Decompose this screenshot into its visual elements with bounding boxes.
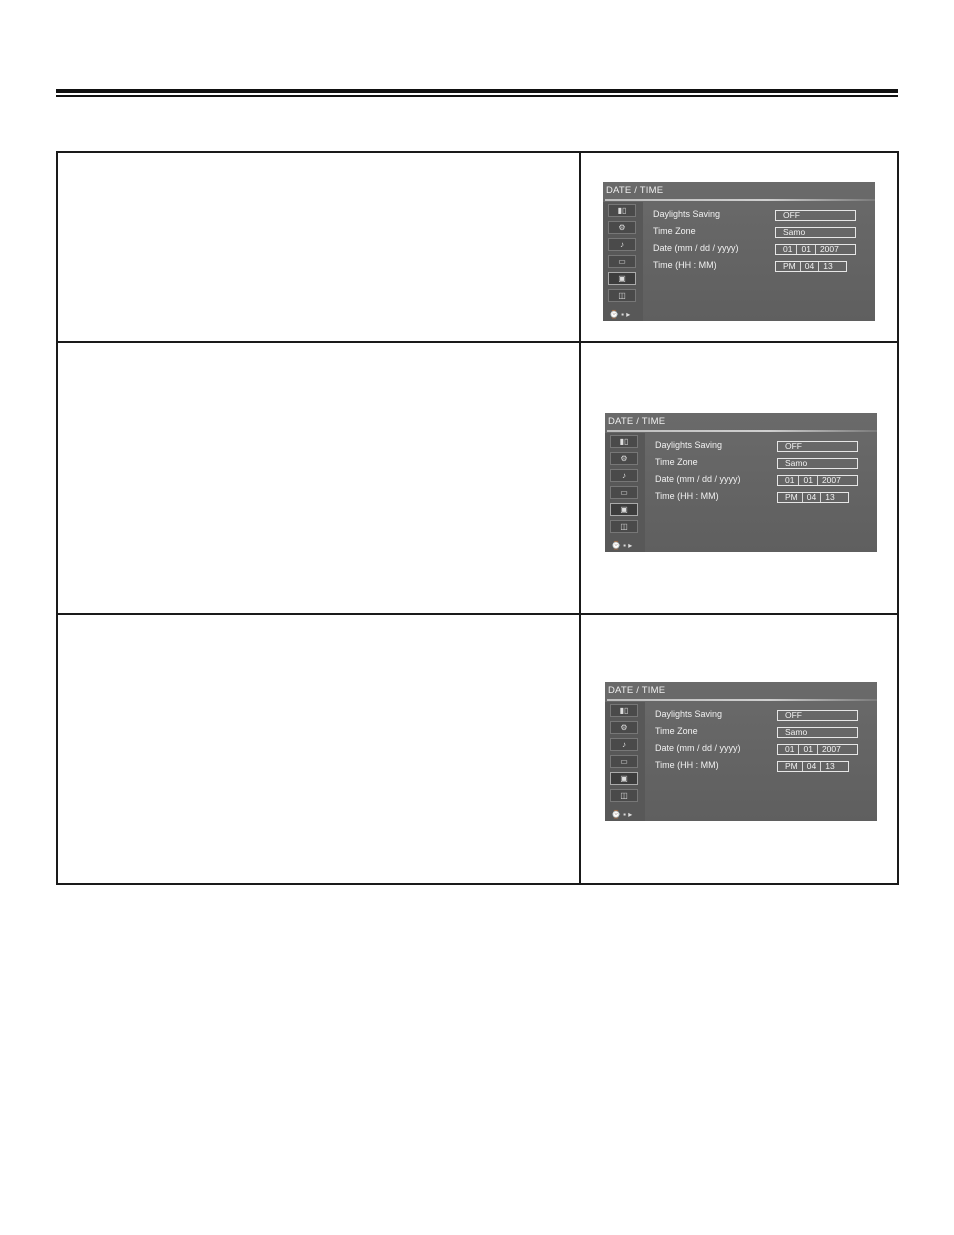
ampm-value: PM bbox=[783, 261, 796, 271]
date-time-screen: DATE / TIME ▮▯ ⚙ ♪ ▭ ▣ ◫ ⌚ ▪ ▸ Daylights… bbox=[603, 182, 875, 321]
audio-icon[interactable]: ♪ bbox=[610, 469, 638, 482]
screen-title: DATE / TIME bbox=[608, 685, 666, 696]
setup-icon[interactable]: ⚙ bbox=[610, 452, 638, 465]
date-field[interactable]: 01 01 2007 bbox=[777, 744, 858, 755]
time-label: Time (HH : MM) bbox=[655, 760, 719, 770]
day-value: 01 bbox=[803, 744, 813, 754]
date-field[interactable]: 01 01 2007 bbox=[777, 475, 858, 486]
year-value: 2007 bbox=[821, 744, 841, 754]
title-divider bbox=[605, 199, 875, 201]
time-field[interactable]: PM 04 13 bbox=[777, 761, 849, 772]
ampm-value: PM bbox=[785, 492, 798, 502]
disc-icon[interactable]: ◫ bbox=[610, 520, 638, 533]
instruction-table: DATE / TIME ▮▯ ⚙ ♪ ▭ ▣ ◫ ⌚ ▪ ▸ Daylights… bbox=[56, 151, 899, 885]
audio-icon[interactable]: ♪ bbox=[610, 738, 638, 751]
timezone-label: Time Zone bbox=[655, 457, 698, 467]
camera-icon[interactable]: ▣ bbox=[608, 272, 636, 285]
display-icon[interactable]: ▮▯ bbox=[610, 704, 638, 717]
ampm-value: PM bbox=[785, 761, 798, 771]
minute-value: 13 bbox=[823, 261, 833, 271]
daylight-field[interactable]: OFF bbox=[777, 710, 858, 721]
clock-icon: ⌚ ▪ ▸ bbox=[611, 810, 633, 819]
timezone-label: Time Zone bbox=[655, 726, 698, 736]
display-icon[interactable]: ▮▯ bbox=[610, 435, 638, 448]
clock-icon: ⌚ ▪ ▸ bbox=[611, 541, 633, 550]
time-field[interactable]: PM 04 13 bbox=[775, 261, 847, 272]
hour-value: 04 bbox=[806, 492, 817, 502]
display-icon[interactable]: ▮▯ bbox=[608, 204, 636, 217]
date-label: Date (mm / dd / yyyy) bbox=[655, 743, 741, 753]
daylight-field[interactable]: OFF bbox=[777, 441, 858, 452]
setup-icon[interactable]: ⚙ bbox=[608, 221, 636, 234]
menu-icon-column: ▮▯ ⚙ ♪ ▭ ▣ ◫ ⌚ ▪ ▸ bbox=[605, 433, 645, 552]
day-value: 01 bbox=[801, 244, 811, 254]
screen-title: DATE / TIME bbox=[608, 416, 666, 427]
title-divider bbox=[607, 699, 877, 701]
instruction-cell bbox=[58, 615, 581, 885]
timezone-label: Time Zone bbox=[653, 226, 696, 236]
disc-icon[interactable]: ◫ bbox=[610, 789, 638, 802]
screen-title: DATE / TIME bbox=[606, 185, 664, 196]
header-rule-thick bbox=[56, 89, 898, 93]
clock-icon: ⌚ ▪ ▸ bbox=[609, 310, 631, 319]
screenshot-cell: DATE / TIME ▮▯ ⚙ ♪ ▭ ▣ ◫ ⌚ ▪ ▸ Daylights… bbox=[581, 343, 897, 613]
disc-icon[interactable]: ◫ bbox=[608, 289, 636, 302]
camera-icon[interactable]: ▣ bbox=[610, 772, 638, 785]
time-label: Time (HH : MM) bbox=[655, 491, 719, 501]
hour-value: 04 bbox=[806, 761, 817, 771]
instruction-cell bbox=[58, 153, 581, 341]
header-rule-thin bbox=[56, 95, 898, 97]
daylight-field[interactable]: OFF bbox=[775, 210, 856, 221]
screen-icon[interactable]: ▭ bbox=[610, 486, 638, 499]
timezone-field[interactable]: Samo bbox=[775, 227, 856, 238]
month-value: 01 bbox=[783, 244, 793, 254]
time-field[interactable]: PM 04 13 bbox=[777, 492, 849, 503]
date-label: Date (mm / dd / yyyy) bbox=[655, 474, 741, 484]
daylight-label: Daylights Saving bbox=[655, 440, 723, 450]
screen-icon[interactable]: ▭ bbox=[610, 755, 638, 768]
year-value: 2007 bbox=[821, 475, 841, 485]
minute-value: 13 bbox=[825, 492, 835, 502]
date-label: Date (mm / dd / yyyy) bbox=[653, 243, 739, 253]
screenshot-cell: DATE / TIME ▮▯ ⚙ ♪ ▭ ▣ ◫ ⌚ ▪ ▸ Daylights… bbox=[581, 153, 897, 341]
table-row: DATE / TIME ▮▯ ⚙ ♪ ▭ ▣ ◫ ⌚ ▪ ▸ Daylights… bbox=[58, 343, 897, 615]
month-value: 01 bbox=[785, 475, 795, 485]
screenshot-cell: DATE / TIME ▮▯ ⚙ ♪ ▭ ▣ ◫ ⌚ ▪ ▸ Daylights… bbox=[581, 615, 897, 885]
day-value: 01 bbox=[803, 475, 813, 485]
timezone-field[interactable]: Samo bbox=[777, 458, 858, 469]
instruction-cell bbox=[58, 343, 581, 613]
menu-icon-column: ▮▯ ⚙ ♪ ▭ ▣ ◫ ⌚ ▪ ▸ bbox=[603, 202, 643, 321]
screen-icon[interactable]: ▭ bbox=[608, 255, 636, 268]
hour-value: 04 bbox=[804, 261, 815, 271]
camera-icon[interactable]: ▣ bbox=[610, 503, 638, 516]
timezone-field[interactable]: Samo bbox=[777, 727, 858, 738]
date-field[interactable]: 01 01 2007 bbox=[775, 244, 856, 255]
daylight-label: Daylights Saving bbox=[653, 209, 721, 219]
month-value: 01 bbox=[785, 744, 795, 754]
audio-icon[interactable]: ♪ bbox=[608, 238, 636, 251]
date-time-screen: DATE / TIME ▮▯ ⚙ ♪ ▭ ▣ ◫ ⌚ ▪ ▸ Daylights… bbox=[605, 413, 877, 552]
minute-value: 13 bbox=[825, 761, 835, 771]
date-time-screen: DATE / TIME ▮▯ ⚙ ♪ ▭ ▣ ◫ ⌚ ▪ ▸ Daylights… bbox=[605, 682, 877, 821]
daylight-label: Daylights Saving bbox=[655, 709, 723, 719]
time-label: Time (HH : MM) bbox=[653, 260, 717, 270]
setup-icon[interactable]: ⚙ bbox=[610, 721, 638, 734]
table-row: DATE / TIME ▮▯ ⚙ ♪ ▭ ▣ ◫ ⌚ ▪ ▸ Daylights… bbox=[58, 153, 897, 343]
year-value: 2007 bbox=[819, 244, 839, 254]
menu-icon-column: ▮▯ ⚙ ♪ ▭ ▣ ◫ ⌚ ▪ ▸ bbox=[605, 702, 645, 821]
table-row: DATE / TIME ▮▯ ⚙ ♪ ▭ ▣ ◫ ⌚ ▪ ▸ Daylights… bbox=[58, 615, 897, 885]
title-divider bbox=[607, 430, 877, 432]
